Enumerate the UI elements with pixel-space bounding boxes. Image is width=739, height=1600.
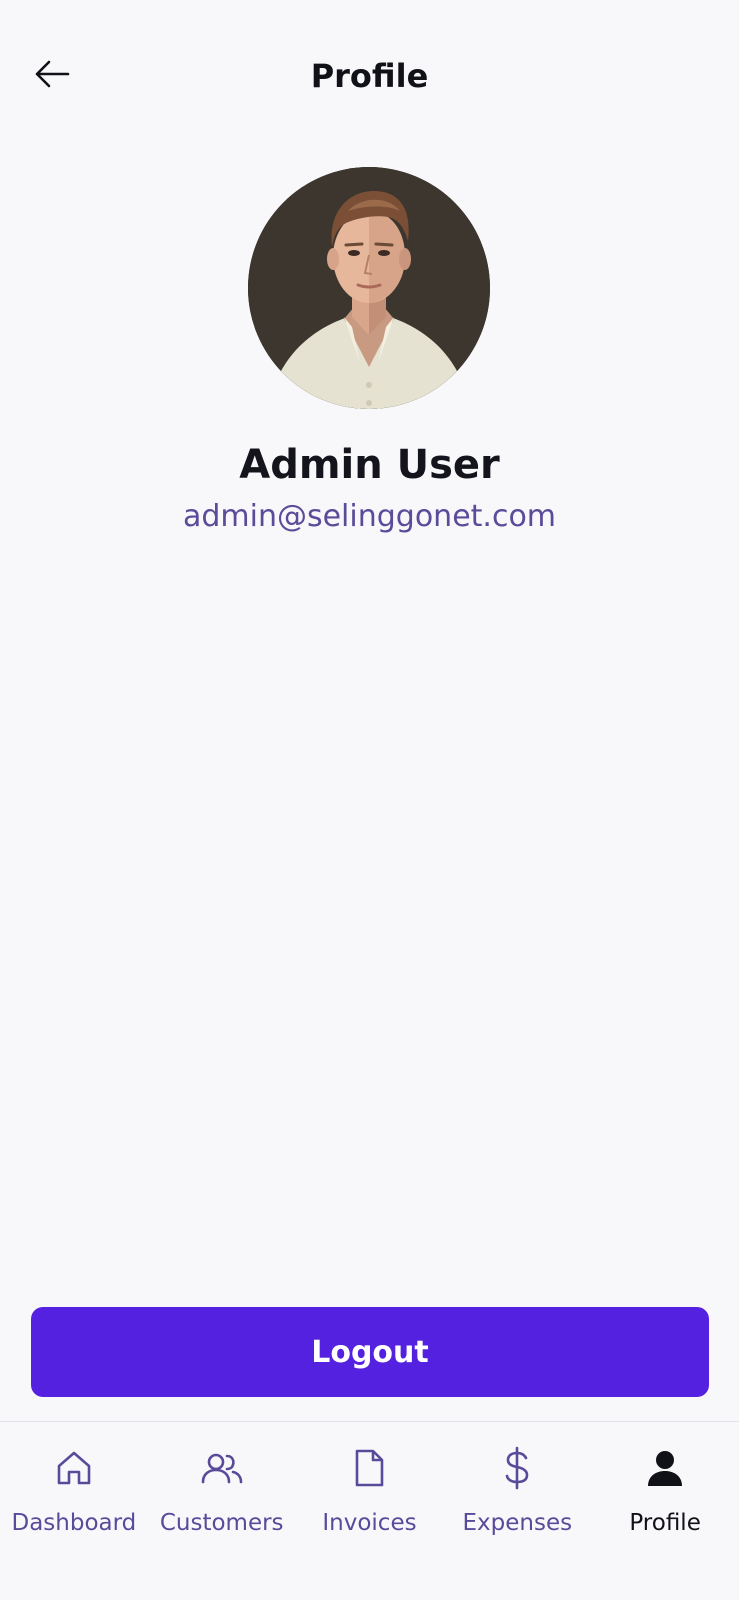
nav-label-expenses: Expenses xyxy=(462,1510,573,1536)
profile-screen: Profile Admin User admin@selinggonet.com… xyxy=(0,0,739,1600)
logout-button[interactable]: Logout xyxy=(31,1307,709,1397)
nav-item-expenses[interactable]: Expenses xyxy=(443,1422,591,1600)
nav-label-customers: Customers xyxy=(159,1510,284,1536)
top-app-bar: Profile xyxy=(0,0,739,150)
nav-item-customers[interactable]: Customers xyxy=(148,1422,296,1600)
user-filled-icon xyxy=(643,1446,687,1490)
arrow-left-icon xyxy=(32,54,72,98)
profile-email: admin@selinggonet.com xyxy=(182,499,557,534)
nav-label-profile: Profile xyxy=(629,1510,701,1536)
avatar xyxy=(248,167,490,409)
bottom-navigation: Dashboard Customers Invoices Expenses Pr… xyxy=(0,1421,739,1600)
back-button[interactable] xyxy=(28,52,76,100)
file-icon xyxy=(347,1446,391,1490)
home-icon xyxy=(52,1446,96,1490)
nav-item-dashboard[interactable]: Dashboard xyxy=(0,1422,148,1600)
dollar-icon xyxy=(495,1446,539,1490)
nav-item-invoices[interactable]: Invoices xyxy=(296,1422,444,1600)
nav-label-dashboard: Dashboard xyxy=(11,1510,137,1536)
page-title: Profile xyxy=(310,57,429,95)
nav-label-invoices: Invoices xyxy=(322,1510,417,1536)
nav-item-profile[interactable]: Profile xyxy=(591,1422,739,1600)
users-icon xyxy=(200,1446,244,1490)
profile-name: Admin User xyxy=(239,442,500,488)
